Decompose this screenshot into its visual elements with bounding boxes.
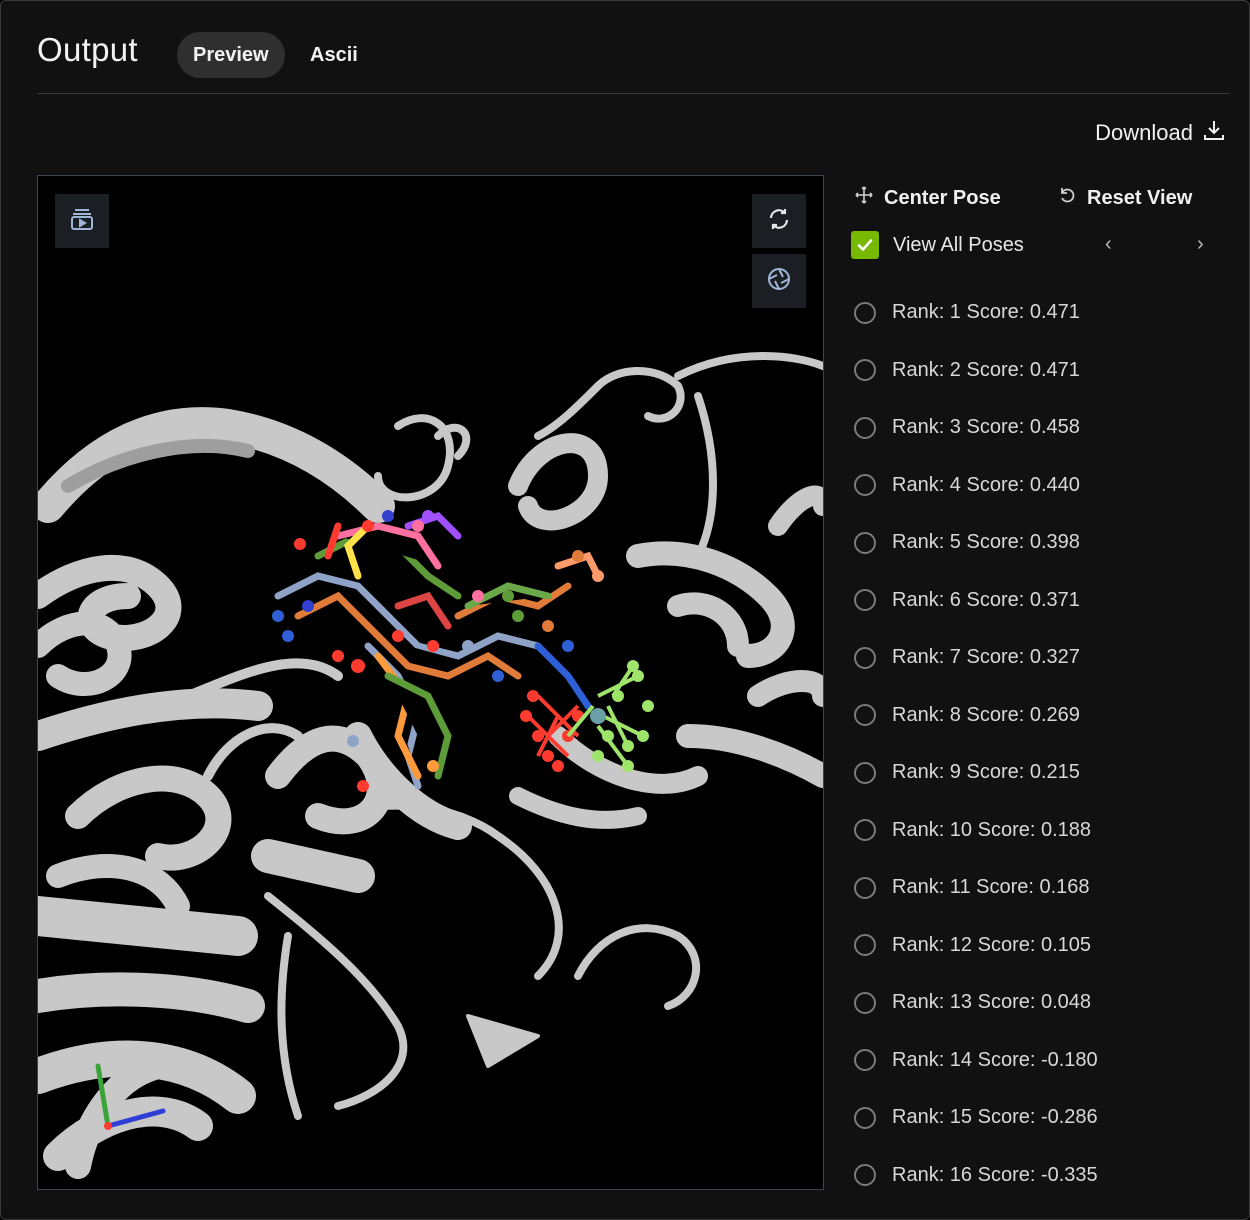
pose-option[interactable]: Rank: 14 Score: -0.180 <box>854 1032 1234 1090</box>
molecule-viewer[interactable] <box>37 175 824 1190</box>
radio-button[interactable] <box>854 876 876 899</box>
pose-label: Rank: 16 Score: -0.335 <box>892 1163 1098 1186</box>
radio-button[interactable] <box>854 1049 876 1072</box>
pose-list: Rank: 1 Score: 0.471 Rank: 2 Score: 0.471… <box>854 284 1234 1204</box>
view-all-poses-toggle[interactable]: View All Poses <box>851 231 1024 259</box>
pose-option[interactable]: Rank: 13 Score: 0.048 <box>854 974 1234 1032</box>
pose-label: Rank: 5 Score: 0.398 <box>892 531 1080 554</box>
radio-button[interactable] <box>854 589 876 612</box>
pose-option[interactable]: Rank: 5 Score: 0.398 <box>854 514 1234 572</box>
radio-button[interactable] <box>854 991 876 1014</box>
download-label: Download <box>1095 120 1193 145</box>
aperture-camera-icon <box>766 266 792 297</box>
tab-ascii[interactable]: Ascii <box>294 32 374 78</box>
pose-label: Rank: 4 Score: 0.440 <box>892 473 1080 496</box>
pose-label: Rank: 2 Score: 0.471 <box>892 358 1080 381</box>
pose-option[interactable]: Rank: 7 Score: 0.327 <box>854 629 1234 687</box>
pose-option[interactable]: Rank: 11 Score: 0.168 <box>854 859 1234 917</box>
sync-rotate-button[interactable] <box>752 194 806 248</box>
header-divider <box>37 93 1229 94</box>
radio-button[interactable] <box>854 359 876 382</box>
chevron-right-icon[interactable]: › <box>1197 233 1204 256</box>
move-arrows-icon <box>854 185 874 211</box>
pose-label: Rank: 15 Score: -0.286 <box>892 1106 1098 1129</box>
pose-label: Rank: 9 Score: 0.215 <box>892 761 1080 784</box>
tab-preview[interactable]: Preview <box>177 32 285 78</box>
media-layers-button[interactable] <box>55 194 109 248</box>
protein-structure-render <box>38 352 823 1179</box>
media-layers-icon <box>69 206 95 237</box>
reset-view-label: Reset View <box>1087 186 1193 209</box>
pose-label: Rank: 7 Score: 0.327 <box>892 646 1080 669</box>
pose-option[interactable]: Rank: 10 Score: 0.188 <box>854 802 1234 860</box>
pose-label: Rank: 14 Score: -0.180 <box>892 1048 1098 1071</box>
radio-button[interactable] <box>854 474 876 497</box>
pose-option[interactable]: Rank: 6 Score: 0.371 <box>854 572 1234 630</box>
radio-button[interactable] <box>854 531 876 554</box>
pose-option[interactable]: Rank: 15 Score: -0.286 <box>854 1089 1234 1147</box>
radio-button[interactable] <box>854 819 876 842</box>
page-title: Output <box>37 31 138 68</box>
aperture-camera-button[interactable] <box>752 254 806 308</box>
pose-option[interactable]: Rank: 8 Score: 0.269 <box>854 687 1234 745</box>
pose-label: Rank: 11 Score: 0.168 <box>892 876 1090 899</box>
chevron-left-icon[interactable]: ‹ <box>1105 233 1112 256</box>
pose-label: Rank: 6 Score: 0.371 <box>892 588 1080 611</box>
undo-icon <box>1057 185 1077 211</box>
radio-button[interactable] <box>854 761 876 784</box>
pose-label: Rank: 8 Score: 0.269 <box>892 703 1080 726</box>
pose-label: Rank: 10 Score: 0.188 <box>892 818 1092 841</box>
radio-button[interactable] <box>854 704 876 727</box>
pose-label: Rank: 12 Score: 0.105 <box>892 933 1092 956</box>
radio-button[interactable] <box>854 1106 876 1129</box>
pose-label: Rank: 13 Score: 0.048 <box>892 991 1092 1014</box>
checkbox-checked-icon[interactable] <box>851 231 879 259</box>
pose-option[interactable]: Rank: 12 Score: 0.105 <box>854 917 1234 975</box>
pose-option[interactable]: Rank: 2 Score: 0.471 <box>854 342 1234 400</box>
download-icon <box>1203 119 1225 147</box>
pose-option[interactable]: Rank: 4 Score: 0.440 <box>854 457 1234 515</box>
pose-option[interactable]: Rank: 1 Score: 0.471 <box>854 284 1234 342</box>
radio-button[interactable] <box>854 934 876 957</box>
radio-button[interactable] <box>854 646 876 669</box>
download-button[interactable]: Download <box>1095 119 1225 147</box>
output-panel: Output Preview Ascii Download Center Pos… <box>0 0 1250 1220</box>
center-pose-label: Center Pose <box>884 186 1001 209</box>
pose-option[interactable]: Rank: 9 Score: 0.215 <box>854 744 1234 802</box>
radio-button[interactable] <box>854 301 876 324</box>
view-all-poses-label: View All Poses <box>893 233 1024 256</box>
pose-label: Rank: 1 Score: 0.471 <box>892 301 1080 324</box>
radio-button[interactable] <box>854 416 876 439</box>
pose-option[interactable]: Rank: 3 Score: 0.458 <box>854 399 1234 457</box>
reset-view-button[interactable]: Reset View <box>1057 185 1192 211</box>
pose-label: Rank: 3 Score: 0.458 <box>892 416 1080 439</box>
radio-button[interactable] <box>854 1164 876 1187</box>
pose-option[interactable]: Rank: 16 Score: -0.335 <box>854 1147 1234 1205</box>
center-pose-button[interactable]: Center Pose <box>854 185 1001 211</box>
sync-rotate-icon <box>766 206 792 237</box>
